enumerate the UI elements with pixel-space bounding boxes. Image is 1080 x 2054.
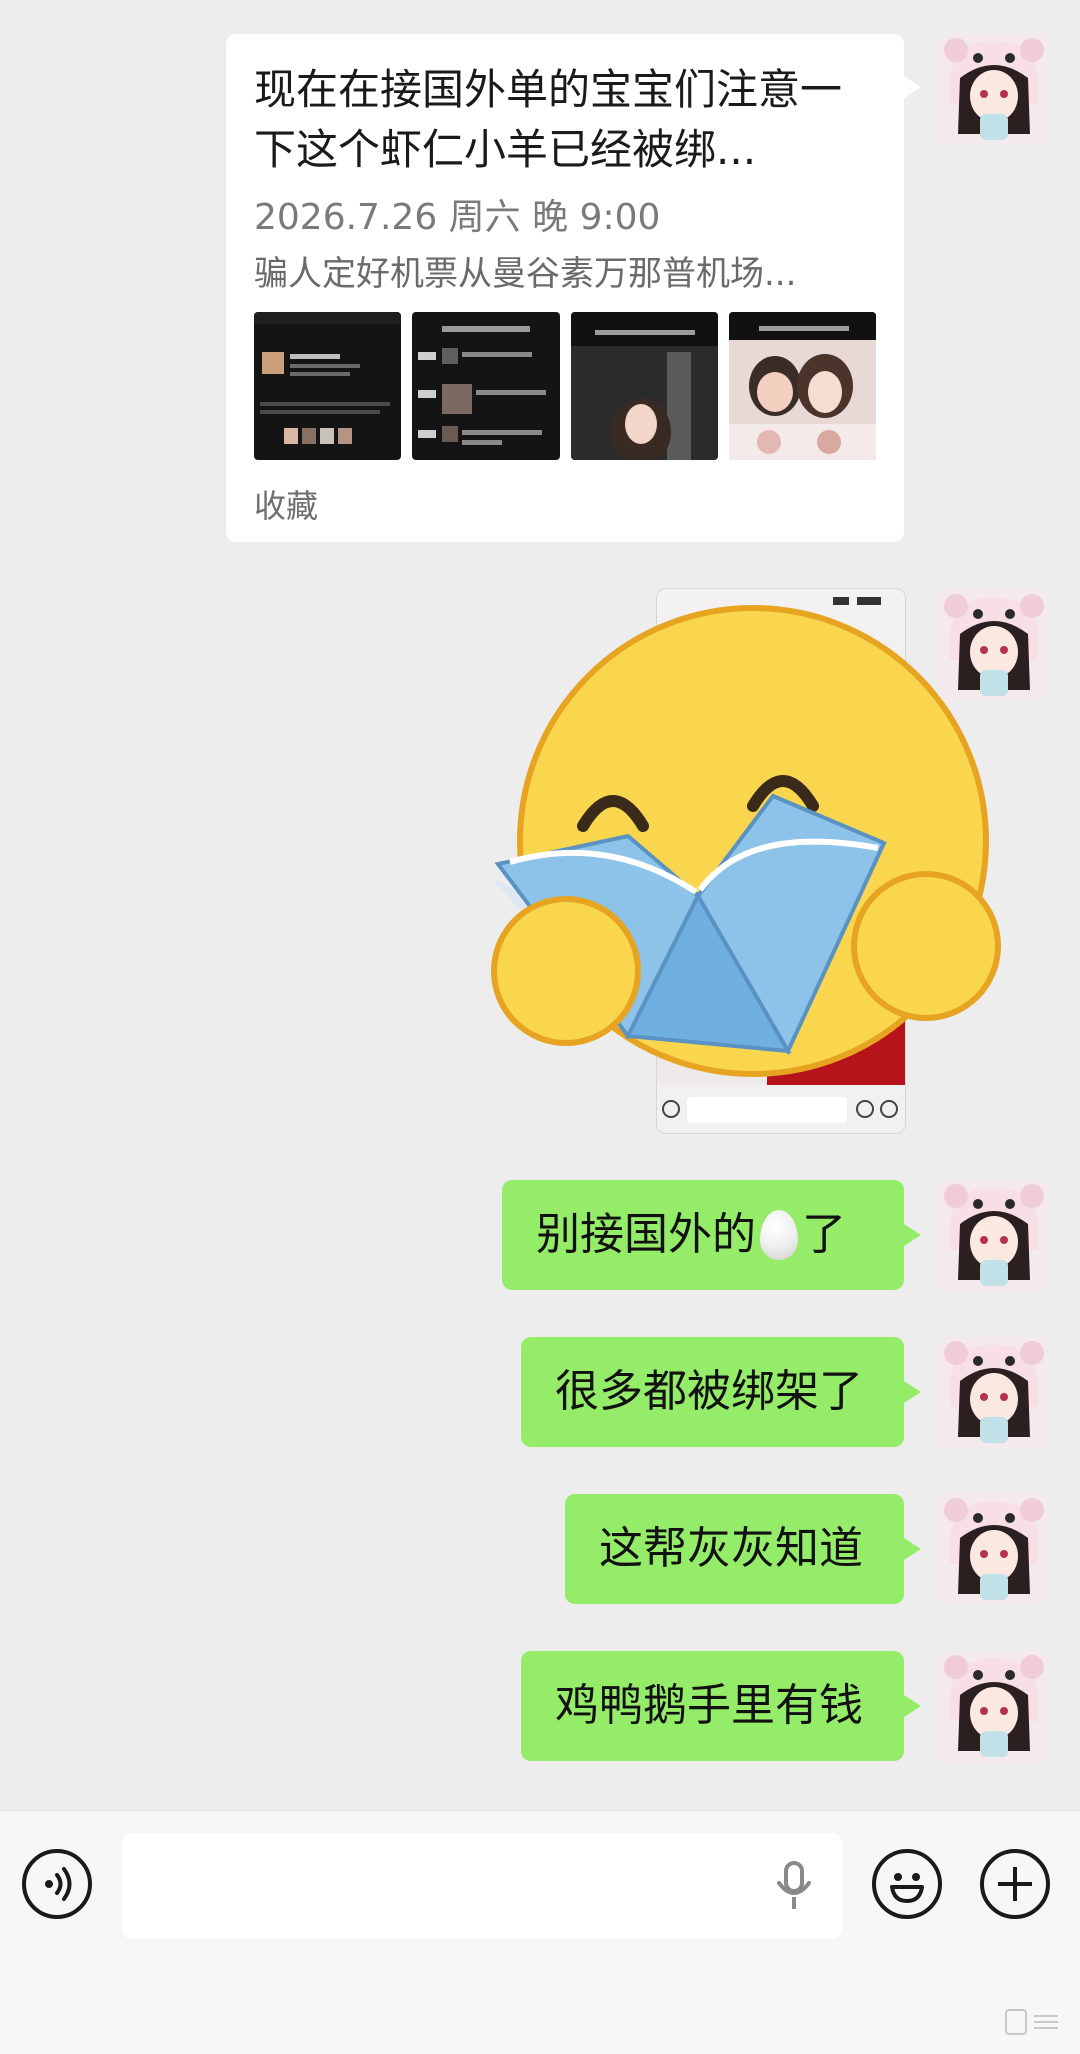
chat-input-bar [0, 1810, 1080, 2054]
avatar[interactable] [938, 34, 1049, 145]
card-source-label: 收藏 [254, 487, 319, 525]
message-bubble[interactable]: 这帮灰灰知道 [565, 1494, 921, 1604]
plus-icon [998, 1867, 1032, 1901]
card-thumbnails [254, 312, 876, 460]
voice-icon [45, 1867, 72, 1901]
thumbnail-photo-girl [570, 312, 718, 460]
message-bubble[interactable]: 鸡鸭鹅手里有钱 [521, 1651, 921, 1761]
message-bubble[interactable]: 很多都被绑架了 [521, 1337, 921, 1447]
message-text: 很多都被绑架了 [555, 1366, 863, 1417]
reading-emoji-sticker[interactable] [488, 596, 1008, 1096]
card-datetime: 2026.7.26 周六 晚 9:00 [254, 197, 661, 238]
thumbnail-album [412, 312, 560, 460]
avatar[interactable] [938, 1651, 1049, 1762]
card-title: 现在在接国外单的宝宝们注意一下这个虾仁小羊已经被绑... [254, 65, 843, 174]
avatar[interactable] [938, 590, 1049, 701]
message-text: 了 [802, 1209, 846, 1260]
favorites-card[interactable]: 现在在接国外单的宝宝们注意一下这个虾仁小羊已经被绑... 2026.7.26 周… [226, 34, 921, 542]
avatar[interactable] [938, 1494, 1049, 1605]
avatar[interactable] [938, 1180, 1049, 1291]
smiley-icon [890, 1873, 924, 1903]
voice-mode-button[interactable] [22, 1849, 92, 1919]
thumbnail-profile [254, 312, 402, 460]
card-description: 骗人定好机票从曼谷素万那普机场... [254, 254, 797, 294]
microphone-icon[interactable] [776, 1861, 812, 1911]
message-input[interactable] [122, 1833, 842, 1939]
message-text: 鸡鸭鹅手里有钱 [555, 1680, 863, 1731]
watermark-icon [1005, 2009, 1058, 2035]
message-text: 别接国外的 [536, 1209, 756, 1260]
thumbnail-photo-couple [728, 312, 876, 460]
more-button[interactable] [980, 1849, 1050, 1919]
message-bubble[interactable]: 别接国外的 了 [502, 1180, 921, 1290]
message-text: 这帮灰灰知道 [599, 1523, 863, 1574]
egg-emoji-icon [760, 1210, 798, 1260]
avatar[interactable] [938, 1337, 1049, 1448]
emoji-button[interactable] [872, 1849, 942, 1919]
